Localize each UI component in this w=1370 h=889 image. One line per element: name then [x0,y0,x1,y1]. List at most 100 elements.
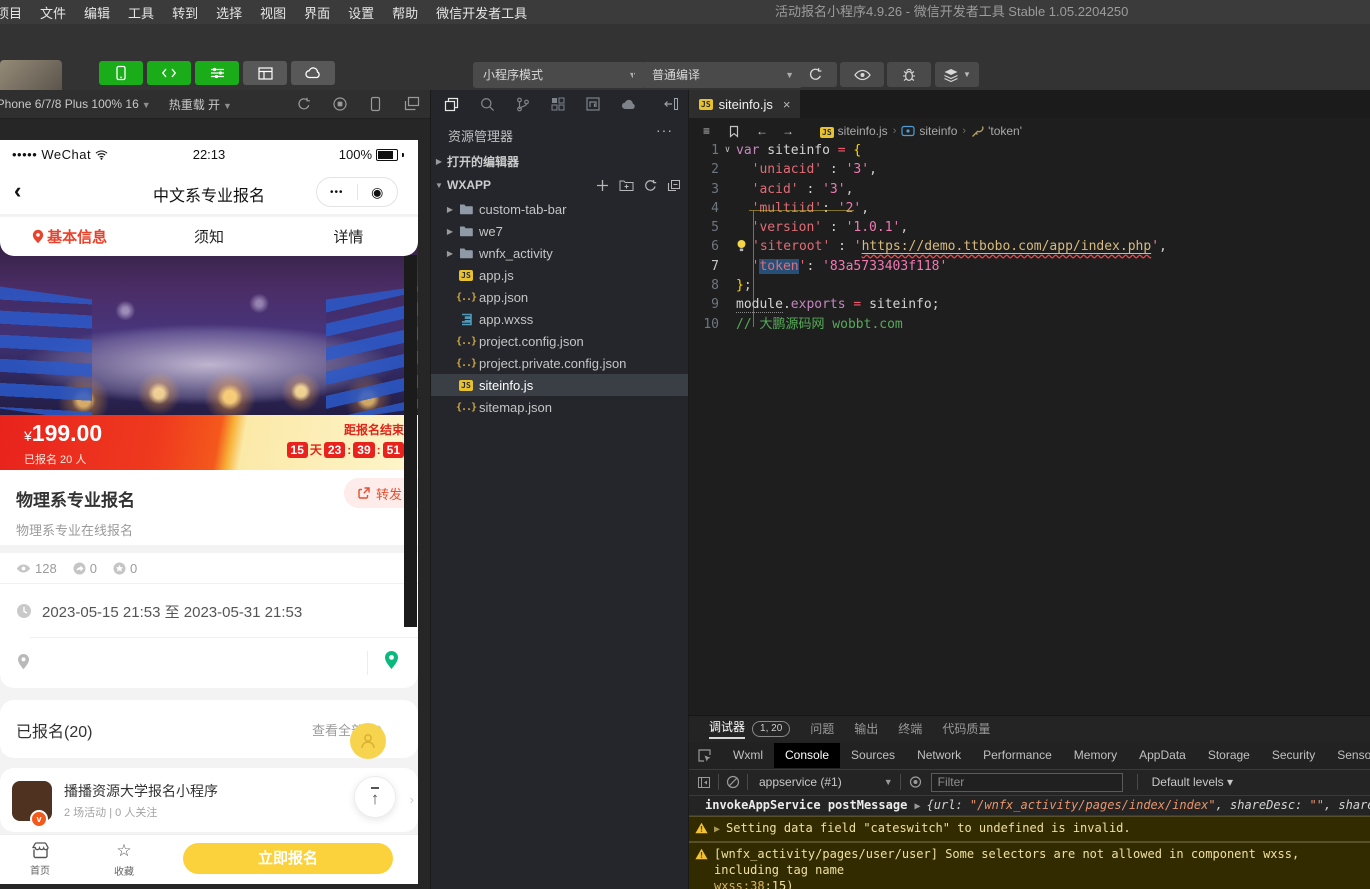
refresh-icon[interactable] [644,179,657,192]
panel-tab-终端[interactable]: 终端 [890,716,930,742]
console-messages[interactable]: invokeAppService postMessage ▶ {url: "/w… [689,795,1370,889]
signup-now-button[interactable]: 立即报名 [183,843,393,874]
collapse-all-icon[interactable] [667,179,681,192]
menu-3[interactable]: 编辑 [75,3,119,22]
devtools-tab-Storage[interactable]: Storage [1197,743,1261,768]
devtools-tab-Wxml[interactable]: Wxml [722,743,774,768]
tab-须知[interactable]: 须知 [139,217,278,256]
console-warning[interactable]: ▶ Setting data field "cateswitch" to und… [689,816,1370,842]
log-levels-select[interactable]: Default levels ▾ [1137,774,1233,790]
windows-icon[interactable] [404,96,420,112]
collapse-panel-icon[interactable] [664,97,679,111]
editor-tab-siteinfo[interactable]: JS siteinfo.js × [689,90,800,118]
breadcrumb-item-2[interactable]: siteinfo [901,124,957,138]
event-banner-image[interactable] [0,235,418,415]
breadcrumb-item-1[interactable]: JSsiteinfo.js [820,124,888,138]
new-folder-icon[interactable] [619,179,634,192]
devtools-tab-AppData[interactable]: AppData [1128,743,1197,768]
panel-tab-输出[interactable]: 输出 [846,716,886,742]
code-line-9[interactable]: 9module.exports = siteinfo; [689,295,1370,314]
panel-tab-问题[interactable]: 问题 [802,716,842,742]
panel-tab-代码质量[interactable]: 代码质量 [934,716,998,742]
devtools-tab-Sensor[interactable]: Sensor [1326,743,1370,768]
back-to-top-button[interactable]: ↑ [354,776,396,818]
restart-icon[interactable] [296,96,312,112]
new-file-icon[interactable] [596,179,609,192]
project-root-section[interactable]: ▼ WXAPP [431,174,689,196]
code-line-5[interactable]: 5 'version' : '1.0.1', [689,218,1370,237]
device-select[interactable]: iPhone 6/7/8 Plus 100% 16▼ [0,97,151,111]
npm-icon[interactable] [586,97,600,111]
filter-input[interactable] [931,773,1123,792]
code-line-8[interactable]: 8}; [689,276,1370,295]
menu-4[interactable]: 工具 [119,3,163,22]
code-line-10[interactable]: 10// 大鹏源码网 wobbt.com [689,315,1370,334]
location-row[interactable] [0,637,418,688]
extensions-icon[interactable] [551,97,565,111]
close-icon[interactable]: × [783,97,791,112]
code-line-3[interactable]: 3 'acid' : '3', [689,180,1370,199]
more-actions-icon[interactable]: ··· [656,122,673,138]
files-icon[interactable] [444,97,459,112]
code-line-4[interactable]: 4 'multiid': '2', [689,199,1370,218]
menu-9[interactable]: 设置 [339,3,383,22]
mode-select[interactable]: 小程序模式▼ [473,62,645,88]
clear-console-icon[interactable] [726,775,740,789]
devtools-tab-Performance[interactable]: Performance [972,743,1063,768]
menu-8[interactable]: 界面 [295,3,339,22]
back-arrow-icon[interactable]: ← [756,124,768,138]
panel-tab-调试器[interactable]: 调试器1, 20 [701,714,798,744]
file-wnfx_activity[interactable]: ▶wnfx_activity [431,242,689,264]
menu-2[interactable]: 文件 [31,3,75,22]
close-minibar-button[interactable]: ◉ [358,184,398,201]
file-sitemap.json[interactable]: ▶{..}sitemap.json [431,396,689,418]
devtools-tab-Sources[interactable]: Sources [840,743,906,768]
more-button[interactable]: ••• [317,187,357,198]
live-expression-icon[interactable] [908,776,923,788]
menu-6[interactable]: 选择 [207,3,251,22]
breadcrumb-item-3[interactable]: 'token' [971,124,1022,138]
record-icon[interactable] [332,96,348,112]
execution-context-select[interactable]: appservice (#1) [759,775,842,789]
code-area[interactable]: 1∨var siteinfo = {2 'uniacid' : '3',3 'a… [689,141,1370,334]
console-log[interactable]: invokeAppService postMessage ▶ {url: "/w… [689,795,1370,816]
file-project.config.json[interactable]: ▶{..}project.config.json [431,330,689,352]
search-icon[interactable] [480,97,495,112]
file-app.json[interactable]: ▶{..}app.json [431,286,689,308]
forward-arrow-icon[interactable]: → [782,124,794,138]
cloud2-icon[interactable] [621,98,637,111]
menu-1[interactable]: 项目 [0,3,31,22]
hot-reload-toggle[interactable]: 热重载 开▼ [169,96,232,113]
list-icon[interactable]: ≡ [703,124,710,138]
source-control-icon[interactable] [516,97,530,112]
code-line-1[interactable]: 1∨var siteinfo = { [689,141,1370,160]
devtools-tab-Security[interactable]: Security [1261,743,1326,768]
inspect-element-icon[interactable] [697,748,712,763]
compile-mode-select[interactable]: 普通编译▼ [642,62,802,88]
code-line-6[interactable]: 6'siteroot' : 'https://demo.ttbobo.com/a… [689,237,1370,256]
device-frame-icon[interactable] [368,96,383,112]
phone-scrollbar[interactable] [404,255,417,627]
sidebar-toggle-icon[interactable] [697,776,711,789]
code-line-7[interactable]: 7 'token': '83a5733403f118' [689,257,1370,276]
devtools-tab-Console[interactable]: Console [774,743,840,768]
home-tab[interactable]: 首页 [10,841,70,877]
lightbulb-icon[interactable] [736,239,749,252]
file-project.private.config.json[interactable]: ▶{..}project.private.config.json [431,352,689,374]
file-siteinfo.js[interactable]: ▶JSsiteinfo.js [431,374,689,396]
file-app.js[interactable]: ▶JSapp.js [431,264,689,286]
signup-avatar[interactable] [350,723,386,759]
open-editors-section[interactable]: ▶ 打开的编辑器 [431,150,689,172]
miniprogram-promo-card[interactable]: v 播播资源大学报名小程序 2 场活动 | 0 人关注 ↑ › [0,768,418,832]
file-custom-tab-bar[interactable]: ▶custom-tab-bar [431,198,689,220]
tab-详情[interactable]: 详情 [279,217,418,256]
code-line-2[interactable]: 2 'uniacid' : '3', [689,160,1370,179]
map-pin-icon[interactable] [383,650,400,671]
favorite-tab[interactable]: ☆ 收藏 [94,841,154,878]
console-warning[interactable]: [wnfx_activity/pages/user/user] Some sel… [689,842,1370,889]
menu-5[interactable]: 转到 [163,3,207,22]
tab-基本信息[interactable]: 基本信息 [0,217,139,256]
menu-11[interactable]: 微信开发者工具 [427,3,536,22]
file-we7[interactable]: ▶we7 [431,220,689,242]
menu-10[interactable]: 帮助 [383,3,427,22]
